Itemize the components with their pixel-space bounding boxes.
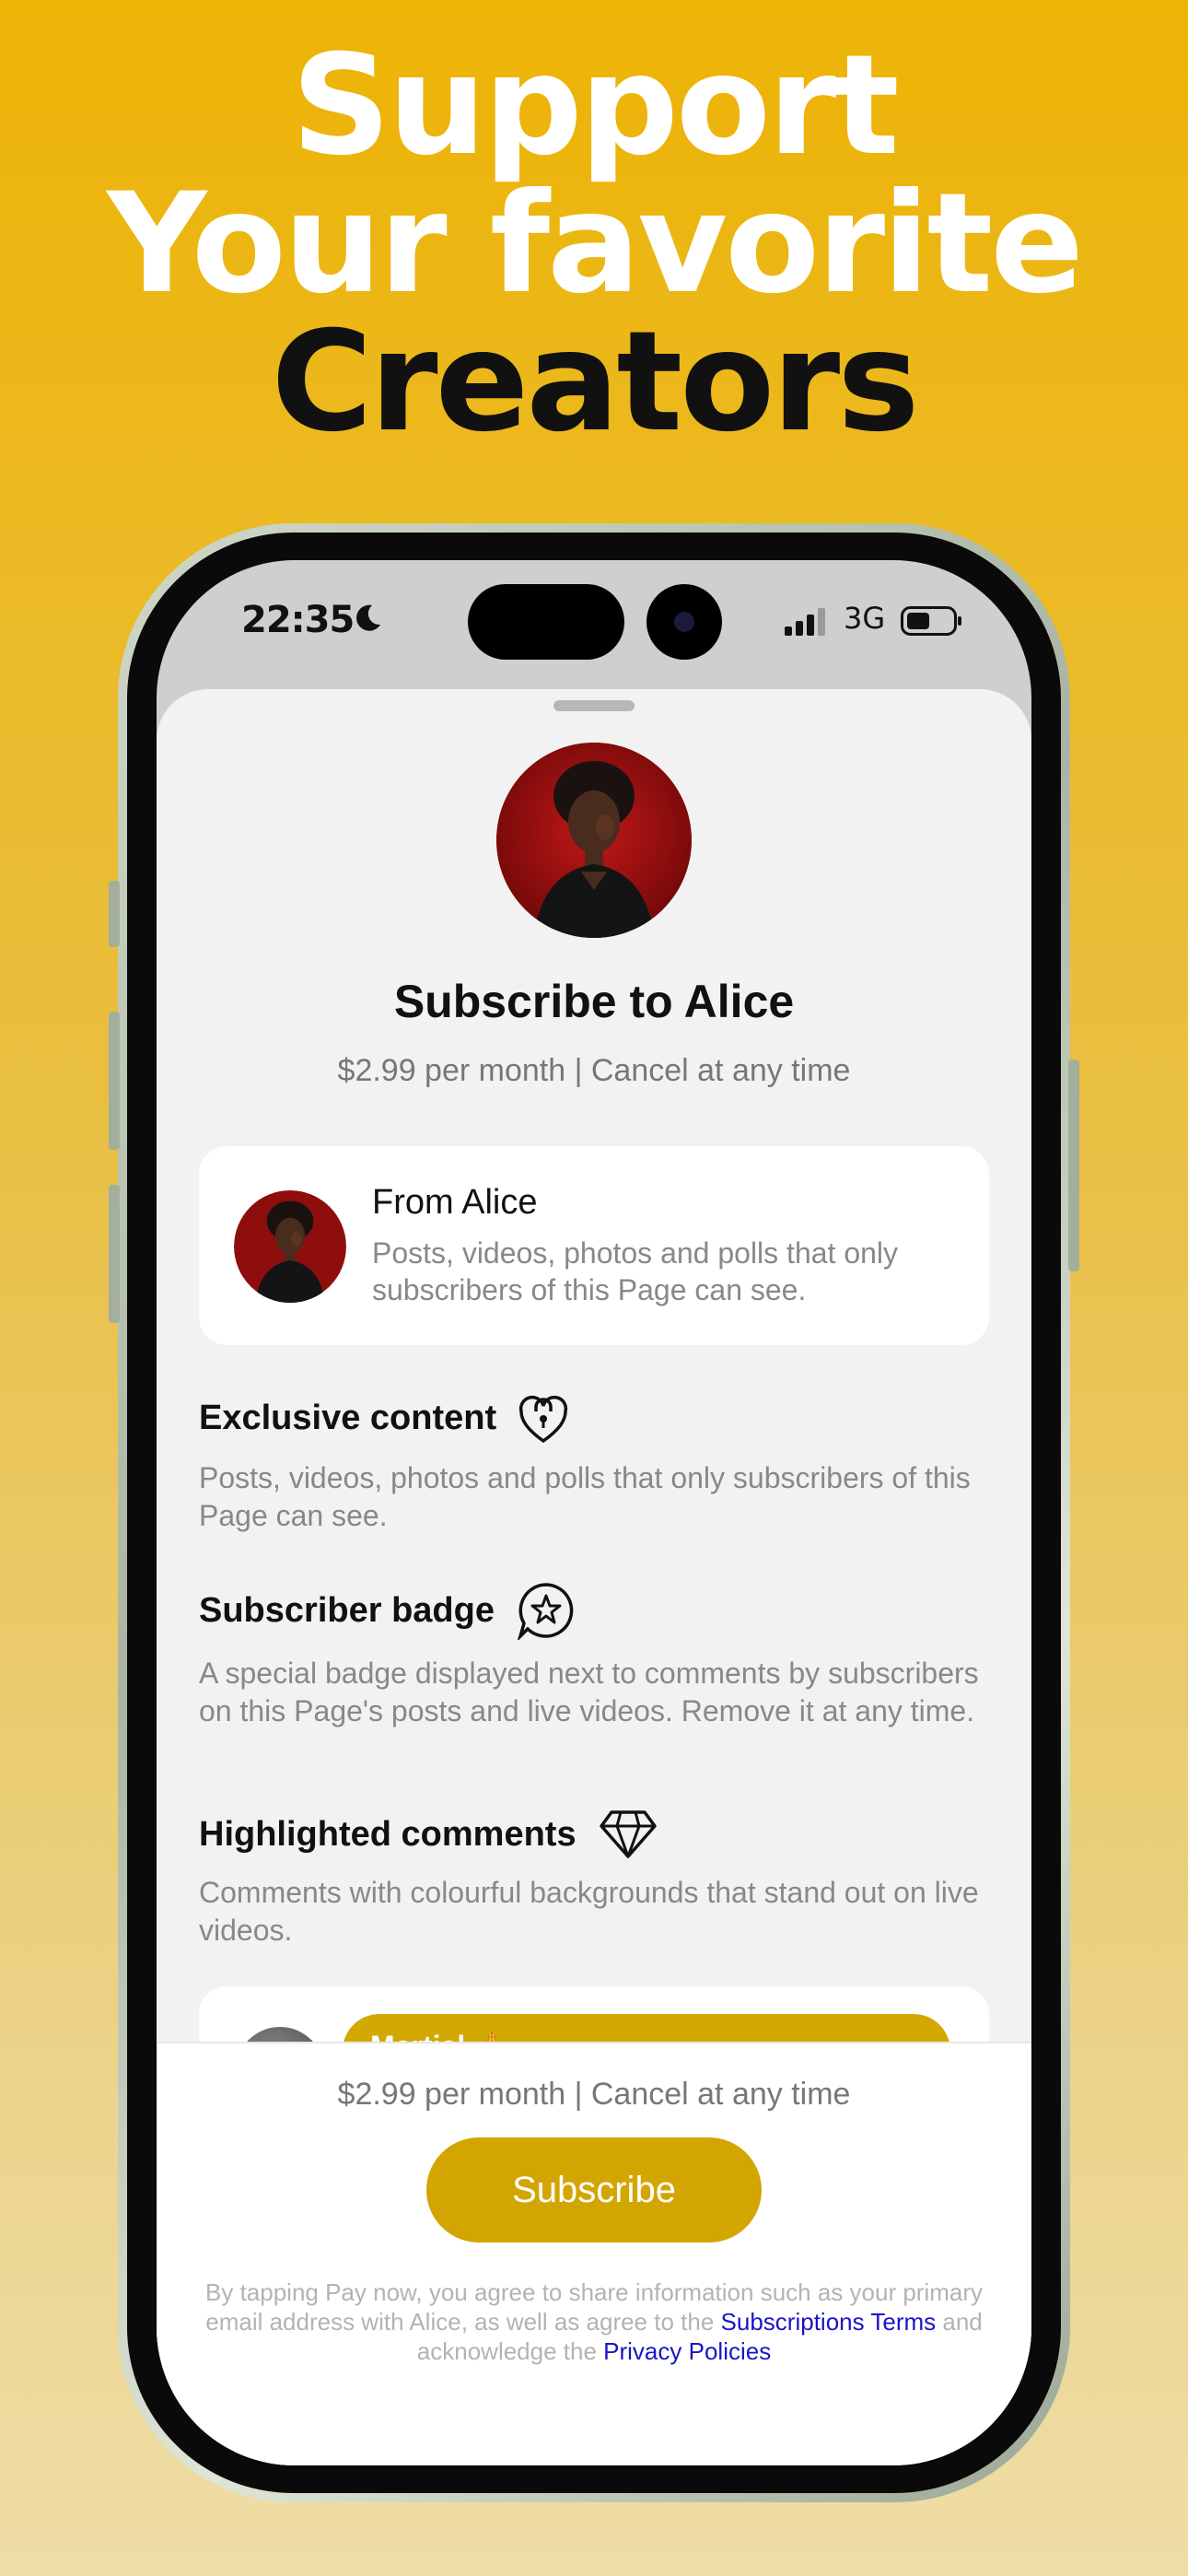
feature-title: Exclusive content [199,1398,497,1437]
headline-line-3: Creators [271,302,919,463]
sheet-subtitle: $2.99 per month | Cancel at any time [337,1053,851,1088]
feature-description: Posts, videos, photos and polls that onl… [199,1461,971,1532]
feature-subscriber-badge: Subscriber badge A special badge display… [199,1581,989,1730]
from-card-title: From Alice [372,1183,538,1222]
subscribe-footer: $2.99 per month | Cancel at any time Sub… [157,2042,1031,2465]
lock-heart-icon [518,1391,568,1445]
footer-price: $2.99 per month | Cancel at any time [337,2077,851,2112]
headline-line-1: Support [291,26,899,186]
creator-avatar [496,743,692,938]
feature-description: Comments with colourful backgrounds that… [199,1876,979,1947]
creator-avatar-small [234,1190,346,1303]
subscribe-button[interactable]: Subscribe [426,2137,762,2242]
moon-icon [352,603,383,638]
subscriptions-terms-link[interactable]: Subscriptions Terms [721,2308,937,2336]
feature-highlighted-comments: Highlighted comments Comments with colou… [199,1809,989,1950]
volume-up-button [109,1012,120,1150]
signal-icon [785,608,829,640]
feature-exclusive-content: Exclusive content Posts, videos, photos … [199,1391,989,1535]
action-button [109,881,120,947]
from-card-description: Posts, videos, photos and polls that onl… [372,1236,899,1306]
volume-down-button [109,1185,120,1323]
terms-text: By tapping Pay now, you agree to share i… [203,2277,985,2366]
privacy-policies-link[interactable]: Privacy Policies [603,2337,771,2365]
subscribe-sheet: Subscribe to Alice $2.99 per month | Can… [157,689,1031,2465]
phone-screen: 22:35 3G Subscribe to Alice $2.99 per mo… [157,560,1031,2465]
power-button [1068,1060,1079,1271]
from-creator-card: From Alice Posts, videos, photos and pol… [199,1146,989,1345]
sheet-grabber[interactable] [553,700,635,711]
battery-icon [901,606,963,640]
sheet-title: Subscribe to Alice [393,976,795,1027]
diamond-icon [599,1809,658,1859]
dynamic-island [468,584,624,660]
network-type: 3G [844,601,886,636]
feature-description: A special badge displayed next to commen… [199,1657,979,1727]
headline: Support Your favorite Creators [0,37,1188,451]
status-time: 22:35 [241,599,355,641]
feature-title: Highlighted comments [199,1814,577,1854]
front-camera [646,584,722,660]
star-badge-icon [517,1581,576,1640]
feature-title: Subscriber badge [199,1590,495,1630]
headline-line-2: Your favorite [106,164,1084,324]
status-bar: 22:35 3G [157,560,1031,689]
